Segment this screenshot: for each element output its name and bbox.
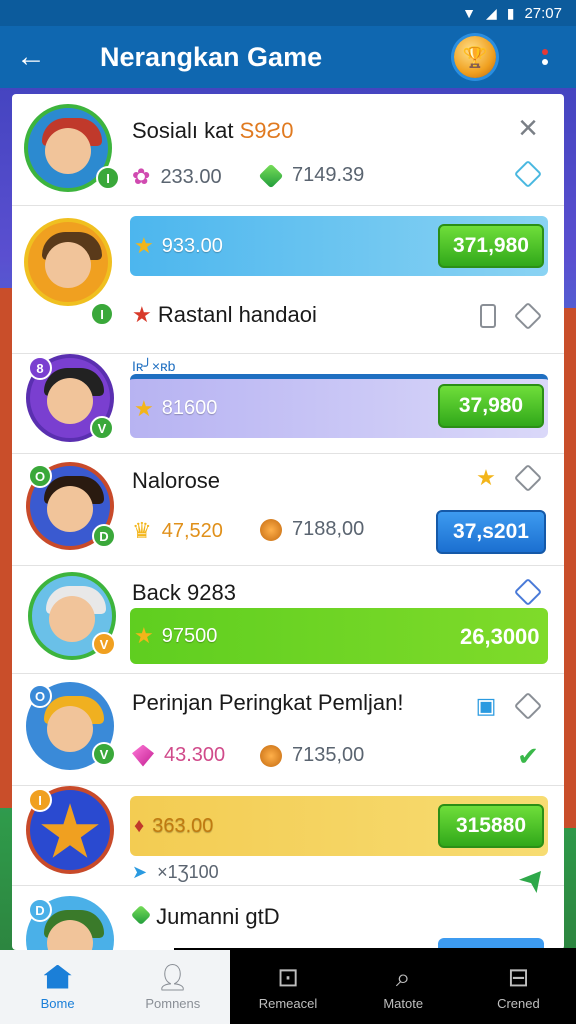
wifi-icon: ▼ [462, 5, 476, 21]
list-item[interactable]: 8 V Iʀ╯×ʀb ★ 81600 37,980 [12, 354, 564, 454]
star-icon: ★ [134, 395, 154, 421]
stat-primary: ✿ 233.00 [132, 164, 222, 189]
nav-item-search[interactable]: ⌕ Matote [345, 950, 461, 1024]
nav-item-games[interactable]: ⊡ Remeacel [230, 950, 346, 1024]
list-item[interactable]: D Jumanni gtD [12, 886, 564, 950]
more-vertical-icon[interactable] [534, 49, 556, 65]
rank-badge: I [96, 166, 120, 190]
trash-icon[interactable] [472, 300, 504, 332]
edit-icon[interactable] [512, 690, 544, 722]
battery-icon: ▮ [506, 4, 515, 21]
stat-primary: 43.300 [132, 744, 225, 767]
edit-icon[interactable] [512, 158, 544, 190]
list-item[interactable]: I ♦ 363.00 315880 ➤ ×1Ʒ100 [12, 786, 564, 893]
score-value: 26,3000 [460, 624, 540, 649]
score-button[interactable]: 315880 [438, 804, 544, 848]
gem-icon[interactable] [470, 576, 502, 608]
arrow-left-icon[interactable]: ← [0, 26, 62, 88]
card-icon[interactable]: ▣ [470, 690, 502, 722]
gem-icon [258, 163, 284, 188]
rank-badge: V [92, 742, 116, 766]
user-icon: 👤︎ [156, 961, 190, 992]
nav-item-players[interactable]: 👤︎ Pomnens [115, 950, 231, 1024]
level-badge: I [28, 788, 52, 812]
flower-icon: ✿ [132, 164, 151, 189]
nav-item-home[interactable]: Bome [0, 950, 116, 1024]
avatar [24, 218, 112, 306]
gem-icon [132, 744, 154, 767]
gem-icon [130, 904, 152, 926]
status-time: 27:07 [524, 4, 562, 22]
player-name: Back 9283 [132, 580, 236, 605]
player-name: Jumanni gtD [130, 904, 280, 930]
arrow-icon: ➤ [132, 862, 148, 882]
nav-item-settings[interactable]: ⊟ Crened [460, 950, 576, 1024]
stat-secondary: 7188,00 [260, 518, 364, 541]
stat-secondary: 7135,00 [260, 744, 364, 767]
home-icon [43, 964, 73, 990]
close-icon[interactable]: × [512, 111, 544, 145]
level-badge: O [28, 464, 52, 488]
check-icon[interactable]: ✔ [512, 740, 544, 772]
star-icon: ★ [134, 623, 154, 648]
list-item[interactable]: O D Nalorose ♛ 47,520 7188,00 ★ 37,s201 [12, 454, 564, 566]
score-button[interactable]: 371,980 [438, 224, 544, 268]
signal-icon: ◢ [485, 4, 497, 21]
leaderboard-panel: I Sosialı kat S9Ƨ0 ✿ 233.00 7149.39 × I … [12, 94, 564, 950]
rank-badge: I [90, 302, 114, 326]
stat-secondary: 7149.39 [258, 163, 364, 188]
list-item[interactable]: V Back 9283 ★ 97500 26,3000 [12, 566, 564, 674]
star-badge-icon[interactable]: ★ [470, 462, 502, 494]
player-name: ★ Rastanl handaoi [132, 302, 317, 327]
rank-badge: D [92, 524, 116, 548]
level-badge: 8 [28, 356, 52, 380]
stat-primary: ➤ ×1Ʒ100 [132, 862, 219, 882]
level-badge: D [28, 898, 52, 922]
score-button[interactable]: 37,s201 [436, 510, 546, 554]
gift-icon: ♦ [134, 814, 145, 837]
player-name: Perinjan Peringkat Pemljan! [132, 690, 404, 715]
bag-icon [260, 518, 282, 541]
overlap-text: Iʀ╯×ʀb [132, 358, 176, 374]
player-name: Sosialı kat S9Ƨ0 [132, 118, 294, 143]
crown-icon: ♛ [132, 518, 152, 543]
rank-badge: V [92, 632, 116, 656]
settings-icon: ⊟ [507, 961, 530, 992]
stat-primary: ♛ 47,520 [132, 518, 223, 543]
trophy-icon[interactable]: 🏆 [454, 36, 496, 78]
star-icon: ★ [134, 233, 154, 258]
bag-icon [260, 744, 282, 767]
list-item[interactable]: I ★ 933.00 371,980 ★ Rastanl handaoi [12, 206, 564, 354]
star-icon: ★ [132, 302, 152, 327]
edit-icon[interactable] [512, 462, 544, 494]
status-bar: ▼ ◢ ▮ 27:07 [0, 0, 576, 26]
bottom-nav: Bome 👤︎ Pomnens ⊡ Remeacel ⌕ Matote ⊟ Cr… [0, 950, 576, 1024]
page-title: Nerangkan Game [100, 41, 323, 72]
edit-icon[interactable] [512, 300, 544, 332]
search-icon: ⌕ [395, 961, 411, 992]
list-item[interactable]: O V Perinjan Peringkat Pemljan! 43.300 7… [12, 674, 564, 786]
app-bar: ← Nerangkan Game 🏆 [0, 26, 576, 88]
score-button[interactable]: 37,980 [438, 384, 544, 428]
player-name: Nalorose [132, 468, 221, 493]
rank-badge: V [90, 416, 114, 440]
gamepad-icon: ⊡ [277, 961, 299, 992]
level-badge: O [28, 684, 52, 708]
edit-icon[interactable] [512, 576, 544, 608]
list-item[interactable]: I Sosialı kat S9Ƨ0 ✿ 233.00 7149.39 × [12, 94, 564, 206]
